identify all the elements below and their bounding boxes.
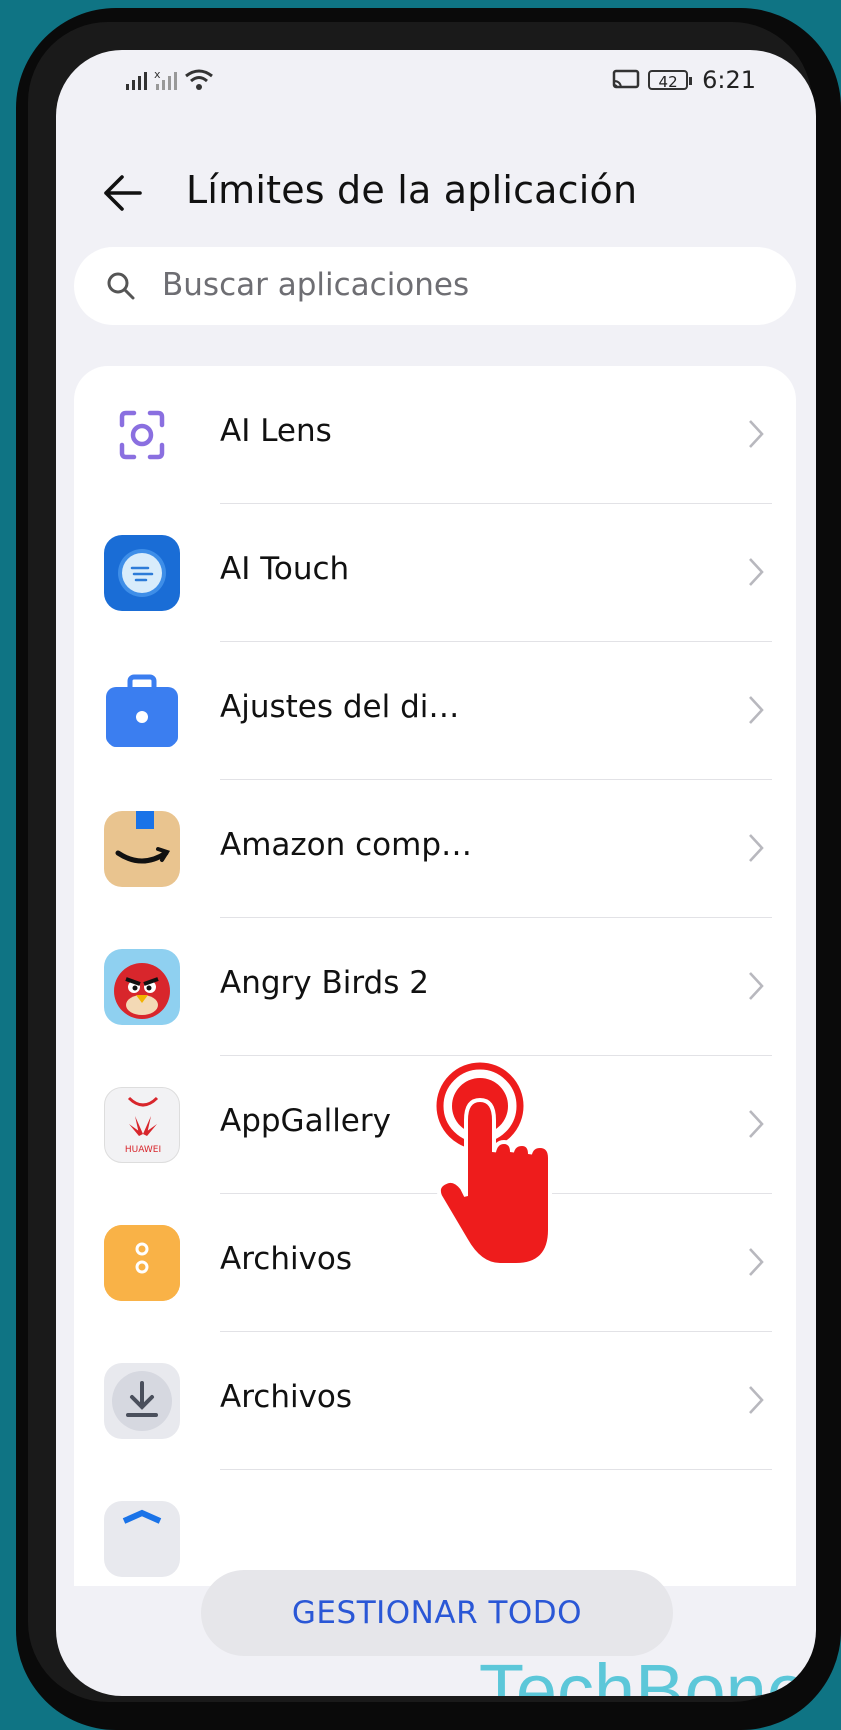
cast-icon [612, 69, 640, 89]
search-input[interactable]: Buscar aplicaciones [74, 247, 796, 325]
chevron-right-icon [749, 1110, 764, 1138]
angry-birds-icon [104, 949, 180, 1025]
status-right: 42 6:21 [612, 66, 756, 94]
app-name: Archivos [220, 1241, 353, 1277]
download-icon [104, 1363, 180, 1439]
manage-all-button[interactable]: GESTIONAR TODO [201, 1570, 673, 1656]
list-item[interactable]: Archivos [74, 1194, 796, 1332]
signal-x-icon: x [154, 68, 177, 90]
folder-icon [104, 1225, 180, 1301]
chevron-right-icon [749, 1248, 764, 1276]
app-name: Angry Birds 2 [220, 965, 429, 1001]
chevron-right-icon [749, 558, 764, 586]
list-item[interactable]: AI Lens [74, 366, 796, 504]
chevron-right-icon [749, 1386, 764, 1414]
chevron-right-icon [749, 420, 764, 448]
screen: x 42 6:21 Límites de la aplicación Busca… [56, 50, 816, 1696]
list-item[interactable]: Ajustes del di… [74, 642, 796, 780]
chevron-right-icon [749, 834, 764, 862]
status-time: 6:21 [702, 66, 756, 94]
huawei-appgallery-icon: HUAWEI [104, 1087, 180, 1163]
briefcase-icon [104, 673, 180, 749]
ai-touch-icon [104, 535, 180, 611]
app-name: Amazon comp… [220, 827, 473, 863]
list-item[interactable]: HUAWEI AppGallery [74, 1056, 796, 1194]
app-list: AI Lens AI Touch Ajustes del di… Amazon … [74, 366, 796, 1586]
list-item[interactable]: Archivos [74, 1332, 796, 1470]
app-name: AI Touch [220, 551, 350, 587]
amazon-icon [104, 811, 180, 887]
list-item-partial[interactable] [74, 1470, 796, 1586]
search-icon [107, 272, 135, 300]
chevron-right-icon [749, 696, 764, 724]
list-item[interactable]: Angry Birds 2 [74, 918, 796, 1056]
status-bar: x 42 6:21 [56, 50, 816, 110]
header: Límites de la aplicación [56, 150, 816, 230]
app-icon-partial [104, 1501, 180, 1577]
chevron-right-icon [749, 972, 764, 1000]
app-name: AI Lens [220, 413, 332, 449]
wifi-icon [185, 69, 213, 90]
app-name: AppGallery [220, 1103, 391, 1139]
back-arrow-icon[interactable] [100, 170, 146, 216]
app-name: Ajustes del di… [220, 689, 460, 725]
app-name: Archivos [220, 1379, 353, 1415]
watermark-logo: TechBone [478, 1649, 808, 1696]
svg-text:x: x [154, 68, 161, 81]
signal-icon [126, 72, 147, 90]
battery-icon: 42 [648, 70, 693, 91]
tap-hand-icon [436, 1062, 552, 1267]
list-item[interactable]: Amazon comp… [74, 780, 796, 918]
search-placeholder: Buscar aplicaciones [162, 267, 470, 303]
page-title: Límites de la aplicación [186, 168, 638, 212]
ai-lens-icon [104, 397, 180, 473]
list-item[interactable]: AI Touch [74, 504, 796, 642]
svg-text:HUAWEI: HUAWEI [125, 1145, 161, 1155]
